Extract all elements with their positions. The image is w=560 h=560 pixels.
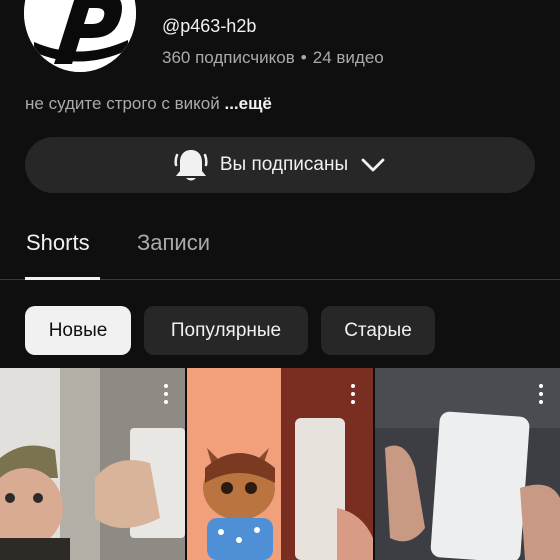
channel-avatar[interactable] [24, 0, 136, 72]
chevron-down-icon [361, 158, 385, 172]
short-thumbnail-3[interactable] [375, 368, 560, 560]
description-text: не судите строго с викой [25, 94, 220, 113]
subscriber-count: 360 подписчиков [162, 48, 295, 67]
subscribed-button[interactable]: Вы подписаны [25, 137, 535, 193]
short-thumbnail-1[interactable] [0, 368, 185, 560]
stats-separator: • [300, 48, 307, 67]
more-vert-icon[interactable] [344, 382, 362, 406]
more-vert-icon[interactable] [532, 382, 550, 406]
filter-chip-old[interactable]: Старые [321, 306, 435, 355]
tab-shorts[interactable]: Shorts [26, 230, 90, 256]
channel-tabs: Shorts Записи [0, 222, 560, 280]
filter-chip-popular[interactable]: Популярные [144, 306, 308, 355]
filter-chip-new[interactable]: Новые [25, 306, 131, 355]
more-link[interactable]: ...ещё [224, 94, 271, 113]
short-thumbnail-2[interactable] [187, 368, 373, 560]
channel-stats: 360 подписчиков • 24 видео [162, 48, 384, 68]
tab-selected-underline [25, 277, 100, 280]
bell-icon [174, 150, 208, 181]
channel-avatar-logo [24, 0, 136, 72]
tab-posts[interactable]: Записи [137, 230, 210, 256]
video-count: 24 видео [312, 48, 384, 67]
channel-handle: @p463-h2b [162, 16, 257, 36]
channel-description[interactable]: не судите строго с викой ...ещё [25, 94, 272, 114]
subscribed-label: Вы подписаны [219, 154, 349, 175]
more-vert-icon[interactable] [157, 382, 175, 406]
